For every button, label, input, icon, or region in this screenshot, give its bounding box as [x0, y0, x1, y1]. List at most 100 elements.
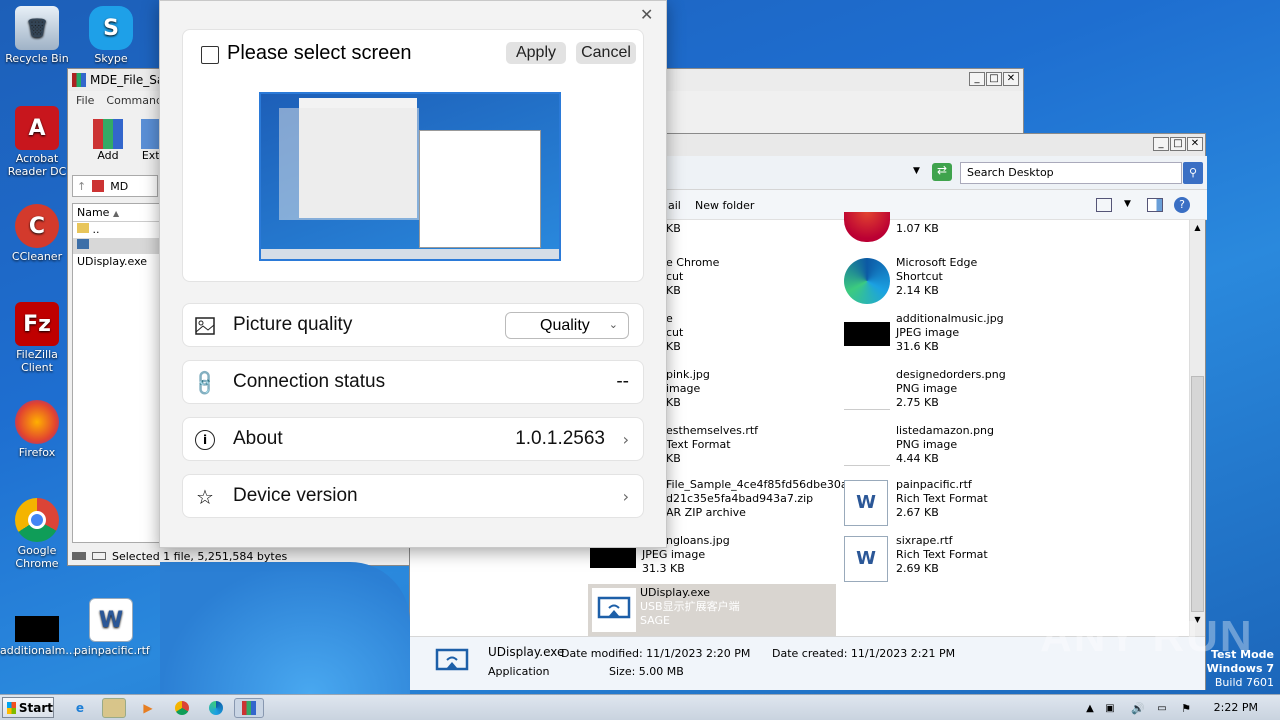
taskbar: Start e ▶ ▲ ▣ 🔊 ▭ ⚑ 2:22 PM — [0, 694, 1280, 720]
word-document-icon: W — [844, 536, 888, 582]
folder-icon — [77, 223, 89, 233]
explorer-taskbar-icon[interactable] — [102, 698, 126, 718]
dialog-title: Please select screen — [227, 42, 412, 64]
key-icon — [92, 552, 106, 560]
drive-icon — [72, 552, 86, 560]
ccleaner-icon: C — [15, 204, 59, 248]
archive-add-icon — [93, 119, 123, 149]
minimize-button[interactable]: _ — [969, 72, 985, 86]
desktop-icon-additionalmusic[interactable]: additionalm... — [0, 604, 76, 657]
up-arrow-icon[interactable]: ↑ — [77, 180, 86, 193]
winrar-taskbar-icon[interactable] — [234, 698, 264, 718]
cancel-button[interactable]: Cancel — [576, 42, 636, 64]
connection-status-row: 🔗 Connection status -- — [182, 360, 644, 404]
word-document-icon: W — [89, 598, 133, 642]
about-row[interactable]: i About 1.0.1.2563 › — [182, 417, 644, 461]
winrar-app-icon — [72, 73, 86, 87]
device-version-row[interactable]: ☆ Device version › — [182, 474, 644, 518]
exe-icon — [77, 239, 89, 249]
screen-preview[interactable] — [259, 92, 561, 261]
preview-window — [279, 108, 419, 220]
new-folder-button[interactable]: New folder — [695, 199, 754, 212]
list-item[interactable]: W painpacific.rtf Rich Text Format 2.67 KB — [844, 476, 1084, 528]
desktop-icon-acrobat[interactable]: A Acrobat Reader DC — [0, 106, 74, 178]
close-button[interactable]: ✕ — [1187, 137, 1203, 151]
network-icon[interactable]: ▭ — [1150, 698, 1174, 718]
email-button[interactable]: ail — [668, 199, 681, 212]
close-button[interactable]: ✕ — [1003, 72, 1019, 86]
image-thumbnail-icon — [844, 322, 890, 346]
ie-icon[interactable]: e — [68, 698, 92, 718]
action-center-icon[interactable]: ▣ — [1098, 698, 1122, 718]
edge-icon[interactable] — [204, 698, 228, 718]
add-button[interactable]: Add — [88, 119, 128, 162]
firefox-icon — [15, 400, 59, 444]
file-list[interactable]: Name ▲ .. UDisplay.exe — [72, 203, 160, 543]
wallpaper-swoosh — [160, 562, 410, 694]
maximize-button[interactable]: □ — [1170, 137, 1186, 151]
udisplay-icon — [592, 588, 636, 632]
desktop-icon-chrome[interactable]: Google Chrome — [0, 498, 74, 570]
help-icon[interactable]: ? — [1174, 197, 1190, 213]
media-player-icon[interactable]: ▶ — [136, 698, 160, 718]
view-options-icon[interactable] — [1096, 198, 1112, 212]
recycle-bin-icon: 🗑 — [15, 6, 59, 50]
refresh-icon[interactable]: ⇄ — [932, 163, 952, 181]
list-item[interactable]: UDisplay.exe — [73, 238, 159, 268]
menu-file[interactable]: File — [76, 94, 94, 107]
desktop-icon-recycle-bin[interactable]: 🗑 Recycle Bin — [0, 6, 74, 65]
apply-button[interactable]: Apply — [506, 42, 566, 64]
search-icon[interactable]: ⚲ — [1183, 162, 1203, 184]
desktop-icon-skype[interactable]: S Skype — [74, 6, 148, 65]
screen-select-icon — [201, 46, 219, 64]
test-mode-label: Test Mode Windows 7 Build 7601 — [1206, 648, 1274, 689]
chrome-icon — [15, 498, 59, 542]
minimize-button[interactable]: _ — [1153, 137, 1169, 151]
preview-pane-icon[interactable] — [1147, 198, 1163, 212]
star-icon: ☆ — [196, 485, 214, 509]
clock[interactable]: 2:22 PM — [1214, 701, 1258, 714]
chevron-right-icon: › — [622, 487, 629, 506]
desktop-icon-firefox[interactable]: Firefox — [0, 400, 74, 459]
picture-quality-row[interactable]: Picture quality Quality ⌄ — [182, 303, 644, 347]
start-button[interactable]: Start — [2, 697, 54, 718]
desktop-icon-filezilla[interactable]: Fz FileZilla Client — [0, 302, 74, 374]
close-icon[interactable]: ✕ — [640, 5, 653, 24]
preview-taskbar — [261, 249, 559, 259]
picture-icon — [195, 316, 215, 336]
chevron-down-icon[interactable]: ▼ — [1124, 199, 1131, 209]
filezilla-icon: Fz — [15, 302, 59, 346]
scroll-up-icon[interactable]: ▲ — [1190, 220, 1205, 236]
search-input[interactable]: Search Desktop — [960, 162, 1182, 184]
volume-icon[interactable]: 🔊 — [1126, 698, 1150, 718]
flag-icon[interactable]: ⚑ — [1174, 698, 1198, 718]
select-screen-dialog[interactable]: ✕ Please select screen Apply Cancel Pict… — [159, 0, 667, 548]
list-item[interactable]: W sixrape.rtf Rich Text Format 2.69 KB — [844, 532, 1084, 584]
image-thumbnail-icon — [844, 370, 890, 410]
shortcut-icon — [844, 212, 890, 242]
path-bar[interactable]: ↑ MD — [72, 175, 158, 197]
vertical-scrollbar[interactable]: ▲ ▼ — [1189, 220, 1205, 636]
maximize-button[interactable]: □ — [986, 72, 1002, 86]
list-item[interactable]: designedorders.png PNG image 2.75 KB — [844, 366, 1084, 418]
acrobat-icon: A — [15, 106, 59, 150]
chevron-right-icon: › — [622, 430, 629, 449]
quality-select[interactable]: Quality ⌄ — [505, 312, 629, 339]
list-item[interactable]: .. — [73, 222, 159, 238]
column-header-name[interactable]: Name ▲ — [73, 204, 159, 222]
desktop-icon-ccleaner[interactable]: C CCleaner — [0, 204, 74, 263]
list-item[interactable]: Microsoft Edge Shortcut 2.14 KB — [844, 254, 1084, 306]
list-item[interactable]: additionalmusic.jpg JPEG image 31.6 KB — [844, 310, 1084, 362]
desktop-icon-painpacific[interactable]: W painpacific.rtf — [74, 598, 150, 657]
scroll-thumb[interactable] — [1191, 376, 1204, 612]
image-thumbnail-icon — [844, 426, 890, 466]
winrar-title: MDE_File_Sa — [90, 73, 165, 87]
udisplay-icon — [434, 647, 470, 680]
address-dropdown-icon[interactable]: ▼ — [913, 166, 920, 176]
screen-select-card: Please select screen Apply Cancel — [182, 29, 644, 282]
link-icon: 🔗 — [189, 367, 221, 399]
chrome-icon[interactable] — [170, 698, 194, 718]
windows-logo-icon — [7, 701, 16, 714]
selected-file-udisplay[interactable]: UDisplay.exe USB显示扩展客户端 SAGE — [588, 584, 836, 636]
list-item[interactable]: listedamazon.png PNG image 4.44 KB — [844, 422, 1084, 474]
